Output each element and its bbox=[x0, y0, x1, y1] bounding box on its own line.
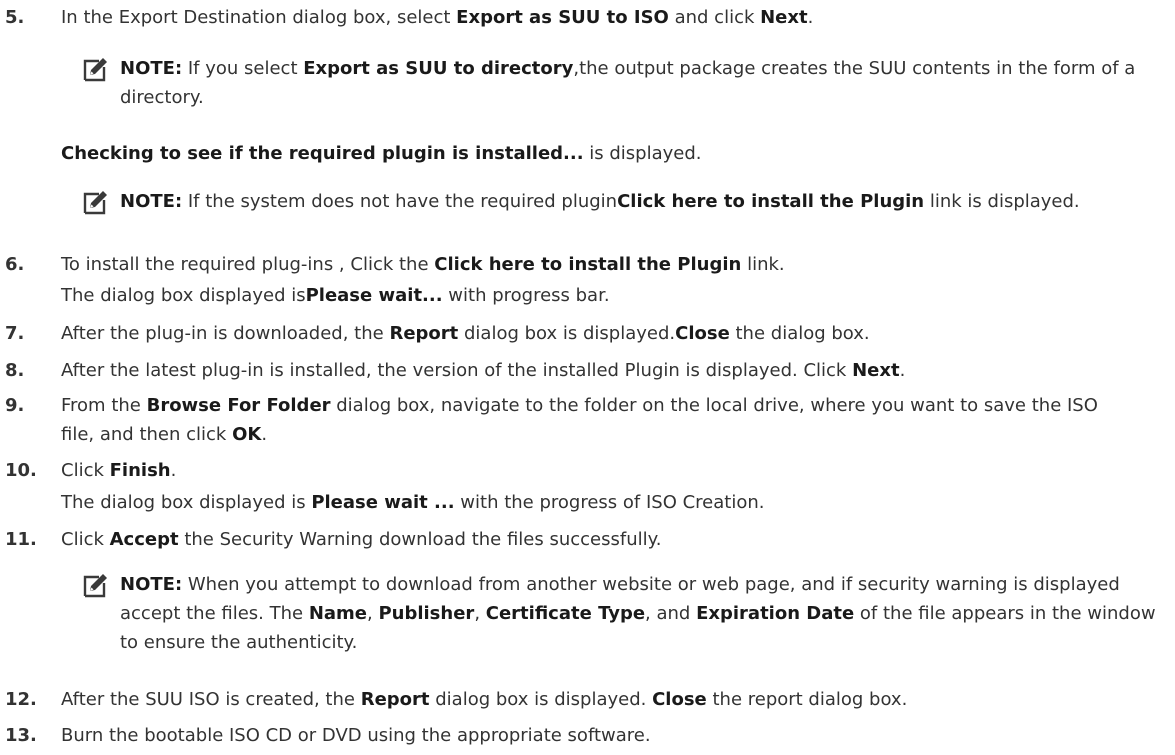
step-number: 11. bbox=[5, 529, 37, 550]
step-text: After the SUU ISO is created, the Report… bbox=[61, 689, 908, 710]
paragraph-text: The dialog box displayed isPlease wait..… bbox=[61, 285, 610, 306]
paragraph-text: The dialog box displayed is Please wait … bbox=[61, 492, 765, 513]
step-text: From the Browse For Folder dialog box, n… bbox=[61, 395, 1098, 445]
step-number: 5. bbox=[5, 7, 25, 28]
step-text: Burn the bootable ISO CD or DVD using th… bbox=[61, 725, 651, 746]
step-number: 10. bbox=[5, 460, 37, 481]
step-number: 7. bbox=[5, 323, 25, 344]
step-number: 8. bbox=[5, 360, 25, 381]
step-text: In the Export Destination dialog box, se… bbox=[61, 7, 814, 28]
paragraph-text: Checking to see if the required plugin i… bbox=[61, 143, 702, 164]
step-number: 9. bbox=[5, 395, 25, 416]
step-number: 12. bbox=[5, 689, 37, 710]
note-text: NOTE: If the system does not have the re… bbox=[120, 191, 1080, 212]
note-text: NOTE: When you attempt to download from … bbox=[120, 574, 1156, 653]
step-text: Click Accept the Security Warning downlo… bbox=[61, 529, 662, 550]
step-text: Click Finish. bbox=[61, 460, 177, 481]
note-text: NOTE: If you select Export as SUU to dir… bbox=[120, 58, 1136, 108]
step-number: 6. bbox=[5, 254, 25, 275]
step-number: 13. bbox=[5, 725, 37, 746]
step-text: To install the required plug-ins , Click… bbox=[61, 254, 785, 275]
pencil-note-icon bbox=[83, 189, 109, 215]
step-text: After the plug-in is downloaded, the Rep… bbox=[61, 323, 870, 344]
pencil-note-icon bbox=[83, 572, 109, 598]
step-text: After the latest plug-in is installed, t… bbox=[61, 360, 906, 381]
pencil-note-icon bbox=[83, 56, 109, 82]
